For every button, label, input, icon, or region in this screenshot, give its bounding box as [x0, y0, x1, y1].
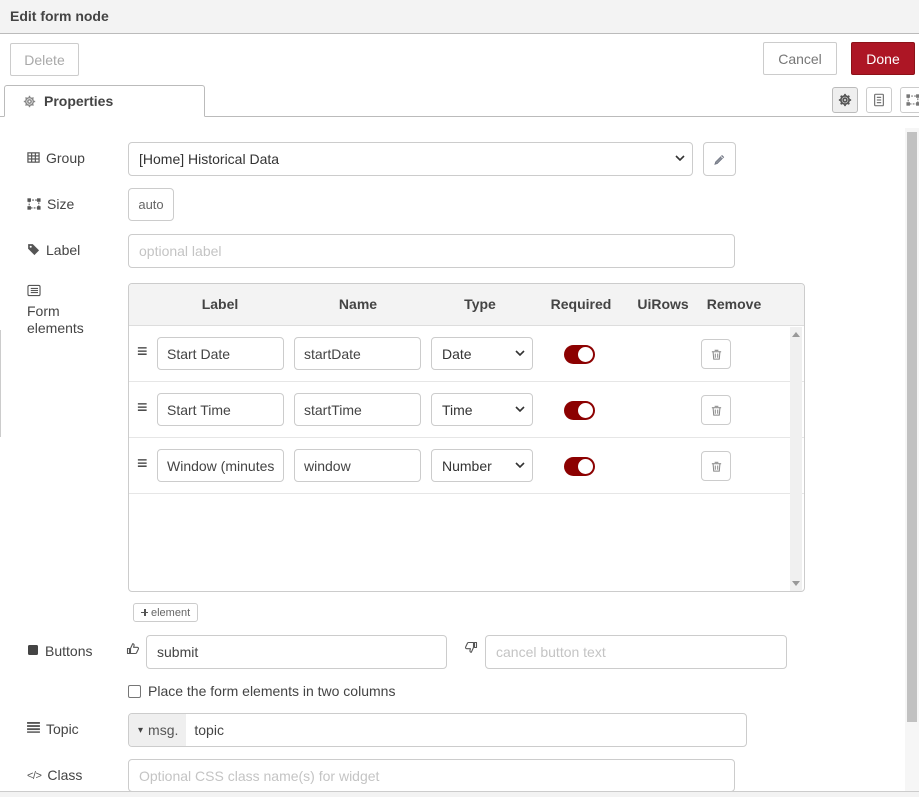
main-scrollbar[interactable] — [905, 128, 919, 791]
class-input[interactable] — [128, 759, 735, 792]
topic-field-label: Topic — [27, 721, 79, 738]
delete-button[interactable]: Delete — [10, 43, 79, 76]
size-field-label: Size — [27, 196, 74, 213]
element-name-input[interactable] — [294, 393, 421, 426]
dialog-title: Edit form node — [0, 0, 919, 34]
gear-icon — [838, 93, 852, 107]
tab-toolbar — [832, 87, 919, 113]
label-field-label: Label — [27, 242, 80, 259]
form-elements-field-label: Form elements — [27, 283, 117, 337]
element-type-select[interactable]: Date — [431, 337, 533, 370]
trash-icon — [710, 348, 723, 361]
description-view-button[interactable] — [866, 87, 892, 113]
code-icon: </> — [27, 768, 41, 785]
element-name-input[interactable] — [294, 449, 421, 482]
dialog-bottom-strip — [0, 791, 919, 797]
two-columns-checkbox[interactable] — [128, 685, 141, 698]
bars-icon — [27, 722, 40, 733]
topic-typed-input: ▾ msg. topic — [128, 713, 747, 747]
add-element-button[interactable]: element — [133, 603, 198, 622]
caret-down-icon: ▾ — [138, 725, 143, 736]
thumbs-up-icon — [126, 641, 140, 655]
column-header-uirows: UiRows — [637, 296, 688, 312]
element-label-input[interactable] — [157, 393, 284, 426]
required-toggle[interactable] — [564, 457, 595, 476]
gear-icon — [23, 95, 36, 108]
column-header-required: Required — [551, 296, 612, 312]
topic-type-button[interactable]: ▾ msg. — [129, 714, 186, 746]
edit-group-button[interactable] — [703, 142, 736, 176]
remove-element-button[interactable] — [701, 339, 731, 369]
element-type-select[interactable]: Number — [431, 449, 533, 482]
done-button[interactable]: Done — [851, 42, 915, 75]
tag-icon — [27, 243, 40, 256]
label-input[interactable] — [128, 234, 735, 268]
size-button[interactable]: auto — [128, 188, 174, 221]
group-field-label: Group — [27, 150, 85, 167]
pencil-icon — [713, 153, 726, 166]
drag-handle-icon[interactable]: ≡ — [137, 397, 148, 418]
form-element-row: ≡ Time — [129, 382, 804, 438]
tray-left-edge — [0, 330, 1, 437]
required-toggle[interactable] — [564, 345, 595, 364]
drag-handle-icon[interactable]: ≡ — [137, 453, 148, 474]
tab-properties[interactable]: Properties — [4, 85, 205, 117]
remove-element-button[interactable] — [701, 451, 731, 481]
column-header-label: Label — [202, 296, 239, 312]
group-select[interactable]: [Home] Historical Data — [128, 142, 693, 176]
topic-type-prefix: msg. — [148, 722, 178, 738]
required-toggle[interactable] — [564, 401, 595, 420]
element-label-input[interactable] — [157, 449, 284, 482]
trash-icon — [710, 460, 723, 473]
chevron-down-icon — [515, 350, 525, 356]
class-field-label: </> Class — [27, 767, 82, 785]
two-columns-row: Place the form elements in two columns — [128, 683, 395, 699]
trash-icon — [710, 404, 723, 417]
element-type-select[interactable]: Time — [431, 393, 533, 426]
square-icon — [27, 644, 39, 656]
object-group-icon — [906, 93, 919, 107]
column-header-name: Name — [339, 296, 377, 312]
cancel-button-text-input[interactable] — [485, 635, 787, 669]
thumbs-down-icon — [464, 641, 478, 655]
list-alt-icon — [27, 284, 41, 297]
topic-value[interactable]: topic — [186, 714, 224, 746]
document-icon — [872, 93, 886, 107]
table-icon — [27, 151, 40, 164]
scroll-up-arrow-icon[interactable] — [792, 332, 800, 337]
main-scrollbar-thumb[interactable] — [907, 132, 917, 722]
chevron-down-icon — [675, 155, 685, 161]
submit-button-text-input[interactable] — [146, 635, 447, 669]
chevron-down-icon — [515, 406, 525, 412]
cancel-button[interactable]: Cancel — [763, 42, 837, 75]
two-columns-label: Place the form elements in two columns — [148, 683, 395, 699]
table-scrollbar[interactable] — [790, 327, 802, 591]
object-group-icon — [27, 197, 41, 211]
drag-handle-icon[interactable]: ≡ — [137, 341, 148, 362]
form-elements-table: Label Name Type Required UiRows Remove ≡… — [128, 283, 805, 592]
plus-icon — [141, 609, 148, 616]
form-element-row: ≡ Number — [129, 438, 804, 494]
properties-view-button[interactable] — [832, 87, 858, 113]
form-element-row: ≡ Date — [129, 326, 804, 382]
element-label-input[interactable] — [157, 337, 284, 370]
appearance-view-button[interactable] — [900, 87, 919, 113]
chevron-down-icon — [515, 462, 525, 468]
buttons-field-label: Buttons — [27, 643, 92, 660]
form-elements-table-header: Label Name Type Required UiRows Remove — [129, 284, 804, 326]
column-header-remove: Remove — [707, 296, 761, 312]
element-name-input[interactable] — [294, 337, 421, 370]
column-header-type: Type — [464, 296, 496, 312]
tab-properties-label: Properties — [44, 93, 113, 109]
remove-element-button[interactable] — [701, 395, 731, 425]
scroll-down-arrow-icon[interactable] — [792, 581, 800, 586]
edit-form-node-dialog: Edit form node Delete Cancel Done Proper… — [0, 0, 919, 797]
